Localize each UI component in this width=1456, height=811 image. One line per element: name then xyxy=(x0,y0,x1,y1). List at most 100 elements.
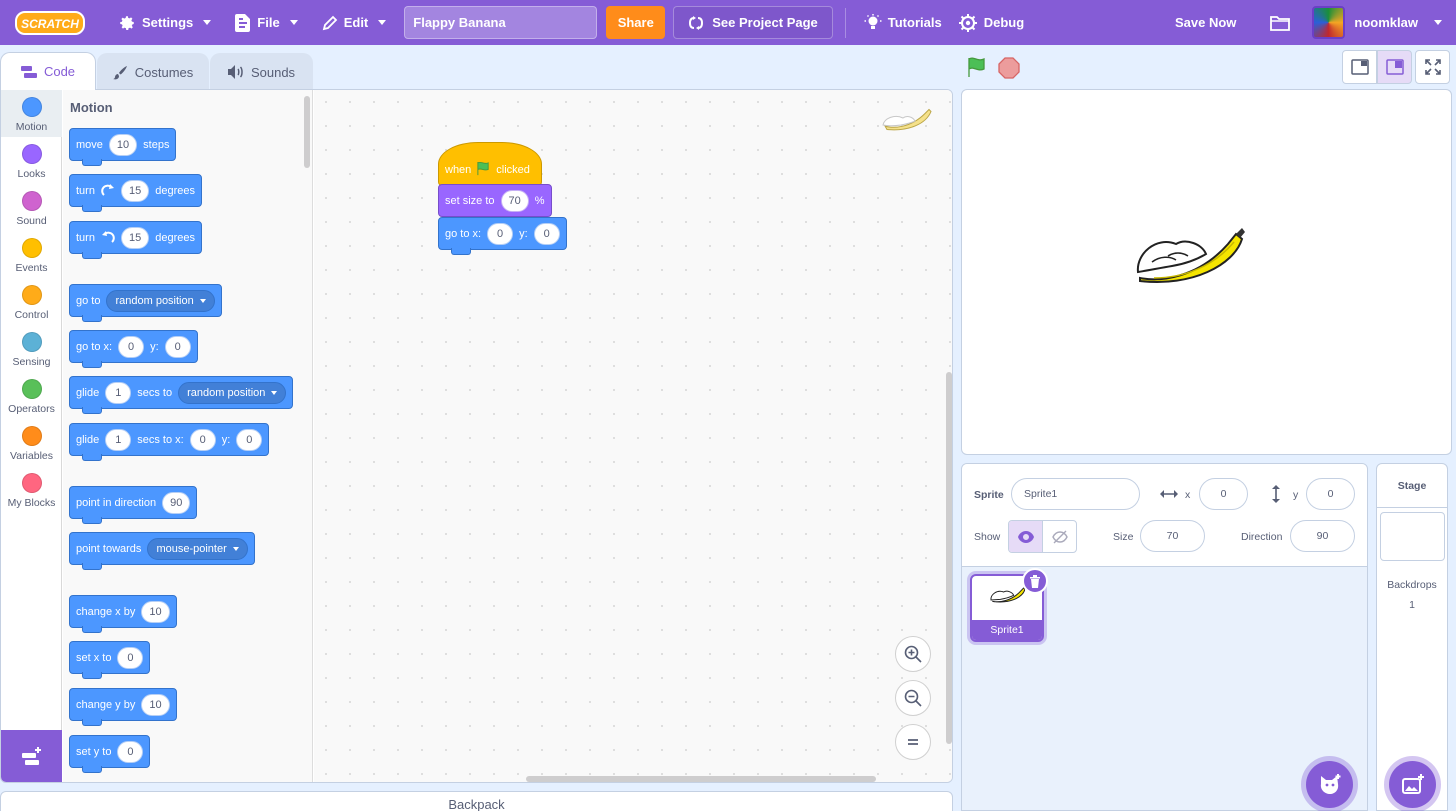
sprite-name-input[interactable]: Sprite1 xyxy=(1011,478,1140,510)
category-variables[interactable]: Variables xyxy=(1,419,62,466)
fullscreen-button[interactable] xyxy=(1415,50,1450,84)
block-go-to[interactable]: go to random position xyxy=(69,284,222,322)
block-go-to-xy-script[interactable]: go to x: 0 y: 0 xyxy=(438,217,567,255)
block-number-input[interactable]: 0 xyxy=(487,222,514,245)
block-point-towards[interactable]: point towards mouse-pointer xyxy=(69,532,255,570)
block-number-input[interactable]: 0 xyxy=(117,740,144,763)
stage-thumbnail[interactable] xyxy=(1379,512,1445,561)
block-dropdown[interactable]: mouse-pointer xyxy=(147,537,248,560)
palette-scrollbar[interactable] xyxy=(304,96,310,168)
equals-icon xyxy=(908,739,918,745)
zoom-out-button[interactable] xyxy=(895,680,931,716)
tab-costumes[interactable]: Costumes xyxy=(97,53,209,90)
category-motion[interactable]: Motion xyxy=(1,90,62,137)
block-text: go to x: xyxy=(76,340,113,353)
settings-menu[interactable]: Settings xyxy=(106,0,223,45)
script-horizontal-scrollbar[interactable] xyxy=(526,776,876,782)
category-sensing[interactable]: Sensing xyxy=(1,325,62,372)
edit-menu[interactable]: Edit xyxy=(310,0,399,45)
block-number-input[interactable]: 1 xyxy=(105,428,132,451)
choose-sprite-button[interactable] xyxy=(1306,761,1353,808)
block-number-input[interactable]: 0 xyxy=(533,222,560,245)
sprite-thumbnail-name: Sprite1 xyxy=(972,620,1042,640)
block-move-steps[interactable]: move 10 steps xyxy=(69,128,177,166)
category-label: Sensing xyxy=(12,356,51,368)
project-title-input[interactable] xyxy=(404,6,598,39)
small-stage-button[interactable] xyxy=(1342,50,1377,84)
show-visible-button[interactable] xyxy=(1009,521,1043,552)
delete-sprite-button[interactable] xyxy=(1022,568,1048,594)
block-number-input[interactable]: 0 xyxy=(117,646,144,669)
block-change-x[interactable]: change x by 10 xyxy=(69,595,177,633)
green-flag-button[interactable] xyxy=(966,56,988,83)
block-change-y[interactable]: change y by 10 xyxy=(69,688,177,726)
file-icon xyxy=(235,13,251,32)
block-number-input[interactable]: 15 xyxy=(120,226,150,249)
project-page-icon xyxy=(689,15,704,30)
block-dropdown[interactable]: random position xyxy=(178,381,287,404)
x-input[interactable]: 0 xyxy=(1199,478,1248,510)
account-menu[interactable]: noomklaw xyxy=(1312,0,1456,45)
block-number-input[interactable]: 0 xyxy=(189,428,216,451)
script-area[interactable]: when clicked set size to 70 % go to x: 0… xyxy=(314,90,952,782)
block-go-to-xy[interactable]: go to x: 0 y: 0 xyxy=(69,330,198,368)
block-turn-right[interactable]: turn 15 degrees xyxy=(69,174,202,212)
file-menu[interactable]: File xyxy=(223,0,309,45)
block-point-in-direction[interactable]: point in direction 90 xyxy=(69,486,198,524)
block-set-x[interactable]: set x to 0 xyxy=(69,641,151,679)
block-number-input[interactable]: 70 xyxy=(500,189,529,212)
category-operators[interactable]: Operators xyxy=(1,372,62,419)
block-set-size[interactable]: set size to 70 % xyxy=(438,184,552,217)
block-number-input[interactable]: 0 xyxy=(236,428,263,451)
block-when-flag-clicked[interactable]: when clicked xyxy=(438,142,542,186)
scratch-logo[interactable]: SCRATCH xyxy=(14,9,86,37)
stop-button[interactable] xyxy=(998,57,1020,84)
tab-sounds[interactable]: Sounds xyxy=(210,53,313,90)
save-now-button[interactable]: Save Now xyxy=(1163,0,1248,45)
chevron-down-icon xyxy=(271,390,278,395)
category-my-blocks[interactable]: My Blocks xyxy=(1,466,62,513)
extension-icon xyxy=(21,747,41,765)
banana-sprite[interactable] xyxy=(1134,226,1246,286)
backpack[interactable]: Backpack xyxy=(0,791,953,811)
block-number-input[interactable]: 10 xyxy=(141,600,170,623)
category-sound[interactable]: Sound xyxy=(1,184,62,231)
block-number-input[interactable]: 90 xyxy=(162,491,191,514)
chevron-down-icon xyxy=(203,20,212,25)
size-input[interactable]: 70 xyxy=(1140,520,1205,552)
my-stuff-button[interactable] xyxy=(1248,0,1312,45)
block-glide-to-xy[interactable]: glide 1 secs to x: 0 y: 0 xyxy=(69,423,270,461)
tab-code[interactable]: Code xyxy=(0,52,96,90)
category-label: Operators xyxy=(8,403,55,415)
script-vertical-scrollbar[interactable] xyxy=(946,372,952,744)
direction-input[interactable]: 90 xyxy=(1290,520,1355,552)
choose-backdrop-button[interactable] xyxy=(1389,761,1436,808)
show-hidden-button[interactable] xyxy=(1043,521,1076,552)
normal-stage-button[interactable] xyxy=(1377,50,1412,84)
block-number-input[interactable]: 1 xyxy=(105,381,132,404)
tutorials-menu[interactable]: Tutorials xyxy=(852,0,954,45)
category-looks[interactable]: Looks xyxy=(1,137,62,184)
chevron-down-icon xyxy=(199,298,206,303)
zoom-in-button[interactable] xyxy=(895,636,931,672)
add-extension-button[interactable] xyxy=(1,730,62,782)
block-set-y[interactable]: set y to 0 xyxy=(69,735,151,773)
block-number-input[interactable]: 15 xyxy=(120,179,150,202)
debug-menu[interactable]: Debug xyxy=(954,0,1036,45)
block-glide-to[interactable]: glide 1 secs to random position xyxy=(69,376,294,414)
share-button[interactable]: Share xyxy=(606,6,666,39)
block-dropdown[interactable]: random position xyxy=(106,289,215,312)
block-number-input[interactable]: 0 xyxy=(118,335,145,358)
stage-canvas[interactable] xyxy=(961,89,1452,455)
block-number-input[interactable]: 10 xyxy=(141,693,170,716)
block-turn-left[interactable]: turn 15 degrees xyxy=(69,221,202,259)
category-control[interactable]: Control xyxy=(1,278,62,325)
zoom-reset-button[interactable] xyxy=(895,724,931,760)
block-text: y: xyxy=(221,433,231,446)
rotate-right-icon xyxy=(101,183,114,196)
see-project-page-button[interactable]: See Project Page xyxy=(673,6,833,39)
y-input[interactable]: 0 xyxy=(1306,478,1355,510)
block-number-input[interactable]: 10 xyxy=(108,133,138,156)
category-events[interactable]: Events xyxy=(1,231,62,278)
block-number-input[interactable]: 0 xyxy=(164,335,191,358)
